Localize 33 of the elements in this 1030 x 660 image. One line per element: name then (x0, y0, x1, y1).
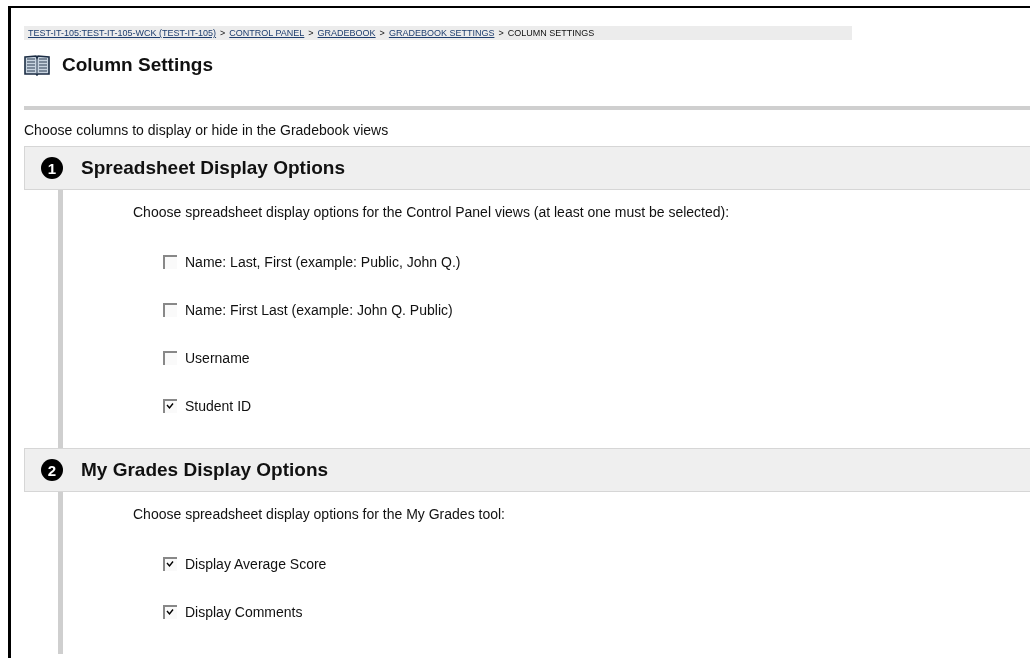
breadcrumb-separator: > (498, 28, 504, 38)
breadcrumb-link[interactable]: GRADEBOOK (317, 28, 376, 38)
checkbox[interactable] (163, 303, 177, 317)
page-title: Column Settings (62, 54, 213, 76)
section-description: Choose spreadsheet display options for the Control Panel views (at least one must be selected): (133, 204, 731, 220)
section-title: Spreadsheet Display Options (81, 157, 345, 179)
checkbox[interactable] (163, 399, 177, 413)
option-label: Username (185, 350, 250, 366)
breadcrumb-separator: > (308, 28, 314, 38)
breadcrumb-link[interactable]: CONTROL PANEL (229, 28, 305, 38)
breadcrumb-separator: > (220, 28, 226, 38)
breadcrumb-link[interactable]: GRADEBOOK SETTINGS (388, 28, 495, 38)
checkmark-icon (165, 559, 175, 569)
intro-text: Choose columns to display or hide in the Gradebook views (24, 122, 390, 138)
checkbox[interactable] (163, 605, 177, 619)
checkbox[interactable] (163, 351, 177, 365)
step-number: 1 (41, 157, 63, 179)
option-label: Name: Last, First (example: Public, John Q.) (185, 254, 461, 270)
section-title: My Grades Display Options (81, 459, 329, 481)
breadcrumb-current: COLUMN SETTINGS (507, 28, 595, 38)
checkbox[interactable] (163, 557, 177, 571)
breadcrumb-separator: > (379, 28, 385, 38)
option-label: Student ID (185, 398, 252, 414)
option-label: Display Comments (185, 604, 303, 620)
option-label: Display Average Score (185, 556, 327, 572)
book-icon (24, 54, 50, 76)
step-number: 2 (41, 459, 63, 481)
section-description: Choose spreadsheet display options for the My Grades tool: (133, 506, 506, 522)
breadcrumb-link[interactable]: TEST-IT-105:TEST-IT-105-WCK (TEST-IT-105) (28, 28, 217, 38)
option-label: Name: First Last (example: John Q. Public) (185, 302, 453, 318)
checkmark-icon (165, 401, 175, 411)
checkbox[interactable] (163, 255, 177, 269)
checkmark-icon (165, 607, 175, 617)
